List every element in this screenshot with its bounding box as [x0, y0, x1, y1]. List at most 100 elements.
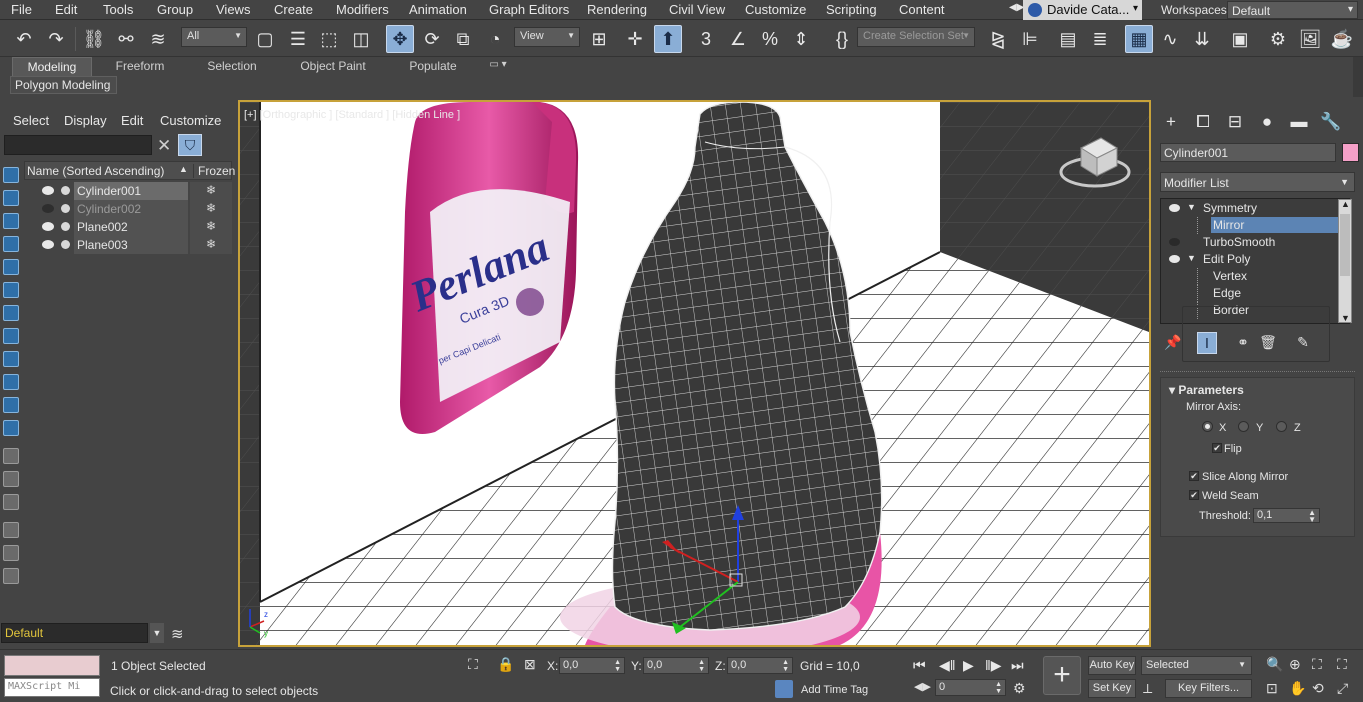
ribbon-scrollbar[interactable] — [1353, 57, 1363, 97]
display-shapes-icon[interactable] — [3, 190, 19, 206]
render-dot-icon[interactable] — [61, 240, 70, 249]
render-dot-icon[interactable] — [61, 186, 70, 195]
edit-named-selection-icon[interactable]: {} — [828, 25, 856, 53]
scroll-thumb[interactable] — [1340, 214, 1350, 276]
select-by-name-icon[interactable]: ☰ — [284, 25, 312, 53]
menu-customize[interactable]: Customize — [745, 2, 806, 17]
spinner-snap-icon[interactable]: ⇕ — [787, 25, 815, 53]
render-setup-icon[interactable]: ⚙ — [1264, 25, 1292, 53]
explorer-menu-display[interactable]: Display — [64, 113, 107, 128]
go-to-start-icon[interactable]: ⏮ — [913, 657, 926, 674]
pin-stack-icon[interactable]: 📌 — [1163, 332, 1183, 354]
display-invert-icon[interactable] — [3, 494, 19, 510]
slice-along-mirror-checkbox[interactable]: ✔ — [1189, 471, 1199, 481]
display-all-icon[interactable] — [3, 448, 19, 464]
maxscript-input[interactable]: MAXScript Mi — [4, 678, 100, 697]
display-frozen-icon[interactable] — [3, 420, 19, 436]
display-xrefs-icon[interactable] — [3, 328, 19, 344]
explorer-row-cylinder002[interactable]: Cylinder002 ❄ — [24, 200, 232, 218]
time-tag-icon[interactable] — [775, 680, 793, 698]
toggle-ribbon-icon[interactable]: ▦ — [1125, 25, 1153, 53]
snowflake-icon[interactable]: ❄ — [190, 200, 232, 218]
menu-scripting[interactable]: Scripting — [826, 2, 877, 17]
find-icon[interactable] — [3, 568, 19, 584]
bind-space-warp-icon[interactable]: ≋ — [144, 25, 172, 53]
menu-modifiers[interactable]: Modifiers — [336, 2, 389, 17]
zoom-icon[interactable]: 🔍 — [1266, 656, 1283, 673]
spinner-arrows-icon[interactable]: ▲ ▼ — [614, 659, 621, 673]
pan-view-icon[interactable]: ✋ — [1289, 680, 1306, 697]
keyboard-shortcut-override-icon[interactable]: ⬆ — [654, 25, 682, 53]
display-none-icon[interactable] — [3, 471, 19, 487]
zoom-extents-all-icon[interactable]: ⛶ — [1337, 656, 1347, 673]
flip-checkbox[interactable]: ✔ — [1212, 443, 1222, 453]
field-of-view-icon[interactable]: ⊡ — [1266, 680, 1278, 697]
time-configuration-icon[interactable]: ⚙ — [1013, 680, 1026, 697]
selection-lock-icon[interactable]: 🔒 — [497, 656, 514, 673]
modify-tab-icon[interactable]: ⧠ — [1191, 112, 1215, 136]
select-and-rotate-icon[interactable]: ⟳ — [418, 25, 446, 53]
snowflake-icon[interactable]: ❄ — [190, 218, 232, 236]
menu-tools[interactable]: Tools — [103, 2, 133, 17]
explorer-row-cylinder001[interactable]: Cylinder001 ❄ — [24, 182, 232, 200]
schematic-view-icon[interactable]: ⇊ — [1188, 25, 1216, 53]
key-filters-button[interactable]: Key Filters... — [1165, 679, 1252, 698]
named-selection-set-dropdown[interactable]: Create Selection Set ▼ — [857, 27, 975, 47]
explorer-menu-select[interactable]: Select — [13, 113, 49, 128]
isolate-selection-icon[interactable]: ⛶ — [468, 656, 478, 673]
eye-icon[interactable] — [42, 240, 54, 249]
tab-populate[interactable]: Populate — [398, 57, 468, 76]
motion-tab-icon[interactable]: ● — [1255, 112, 1279, 136]
utilities-tab-icon[interactable]: 🔧 — [1319, 112, 1343, 136]
eye-icon[interactable] — [1169, 204, 1180, 212]
menu-graph-editors[interactable]: Graph Editors — [489, 2, 569, 17]
tab-freeform[interactable]: Freeform — [105, 57, 175, 76]
chevron-up-icon[interactable]: ▲ — [1341, 199, 1350, 209]
auto-key-button[interactable]: Auto Key — [1088, 656, 1136, 675]
filter-icon[interactable] — [3, 545, 19, 561]
explorer-menu-edit[interactable]: Edit — [121, 113, 143, 128]
display-helpers-icon[interactable] — [3, 259, 19, 275]
select-and-place-icon[interactable]: ◔ — [481, 25, 509, 53]
close-icon[interactable]: ✕ — [157, 136, 171, 156]
threshold-spinner[interactable]: 0,1 ▲ ▼ — [1253, 508, 1320, 524]
display-spacewarps-icon[interactable] — [3, 282, 19, 298]
menu-animation[interactable]: Animation — [409, 2, 467, 17]
snowflake-icon[interactable]: ❄ — [190, 236, 232, 254]
orbit-icon[interactable]: ⟲ — [1312, 680, 1324, 697]
add-time-tag-button[interactable]: Add Time Tag — [801, 684, 868, 696]
chevron-down-icon[interactable]: ▼ — [1341, 313, 1350, 323]
filter-toggle-icon[interactable] — [3, 522, 19, 538]
key-selection-set-dropdown[interactable]: Selected ▼ — [1141, 656, 1252, 675]
layer-stack-icon[interactable]: ≋ — [171, 625, 184, 643]
explorer-column-header[interactable]: Name (Sorted Ascending) ▲ Frozen — [24, 161, 235, 180]
play-icon[interactable]: ▶ — [963, 657, 974, 674]
mirror-icon[interactable]: ⧎ — [984, 25, 1012, 53]
toggle-scene-explorer-icon[interactable]: ▤ — [1054, 25, 1082, 53]
expand-icon[interactable]: ▼ — [1187, 202, 1196, 212]
axis-x-radio[interactable] — [1202, 421, 1213, 432]
maximize-viewport-icon[interactable]: ⤢ — [1337, 680, 1348, 697]
column-frozen[interactable]: Frozen — [193, 164, 235, 178]
layer-dropdown[interactable]: Default — [1, 623, 148, 643]
maxscript-listener-mini[interactable] — [4, 655, 100, 676]
tab-modeling[interactable]: Modeling — [12, 57, 92, 76]
rollout-title[interactable]: ▾ Parameters — [1169, 383, 1244, 397]
select-object-icon[interactable]: ▢ — [251, 25, 279, 53]
viewport-perspective[interactable]: Perlana Cura 3D per Capi Delicati z y [+… — [238, 100, 1151, 647]
stack-item-mirror[interactable]: Mirror — [1161, 217, 1341, 234]
spinner-arrows-icon[interactable]: ▲ ▼ — [782, 659, 789, 673]
stack-item-edit-poly[interactable]: ▼ Edit Poly — [1161, 251, 1341, 268]
current-frame-field[interactable]: 0 ▲ ▼ — [935, 679, 1006, 696]
y-coordinate-field[interactable]: 0,0 ▲ ▼ — [643, 657, 709, 674]
display-geometry-icon[interactable] — [3, 167, 19, 183]
create-tab-icon[interactable]: + — [1159, 112, 1183, 136]
select-and-scale-icon[interactable]: ⧉ — [449, 25, 477, 53]
absolute-mode-icon[interactable]: ⊠ — [524, 656, 536, 673]
display-cameras-icon[interactable] — [3, 236, 19, 252]
reference-coordinate-dropdown[interactable]: View ▼ — [514, 27, 580, 47]
menu-group[interactable]: Group — [157, 2, 193, 17]
rendered-frame-window-icon[interactable]: 🖼 — [1296, 25, 1324, 53]
menu-create[interactable]: Create — [274, 2, 313, 17]
window-crossing-icon[interactable]: ◫ — [347, 25, 375, 53]
